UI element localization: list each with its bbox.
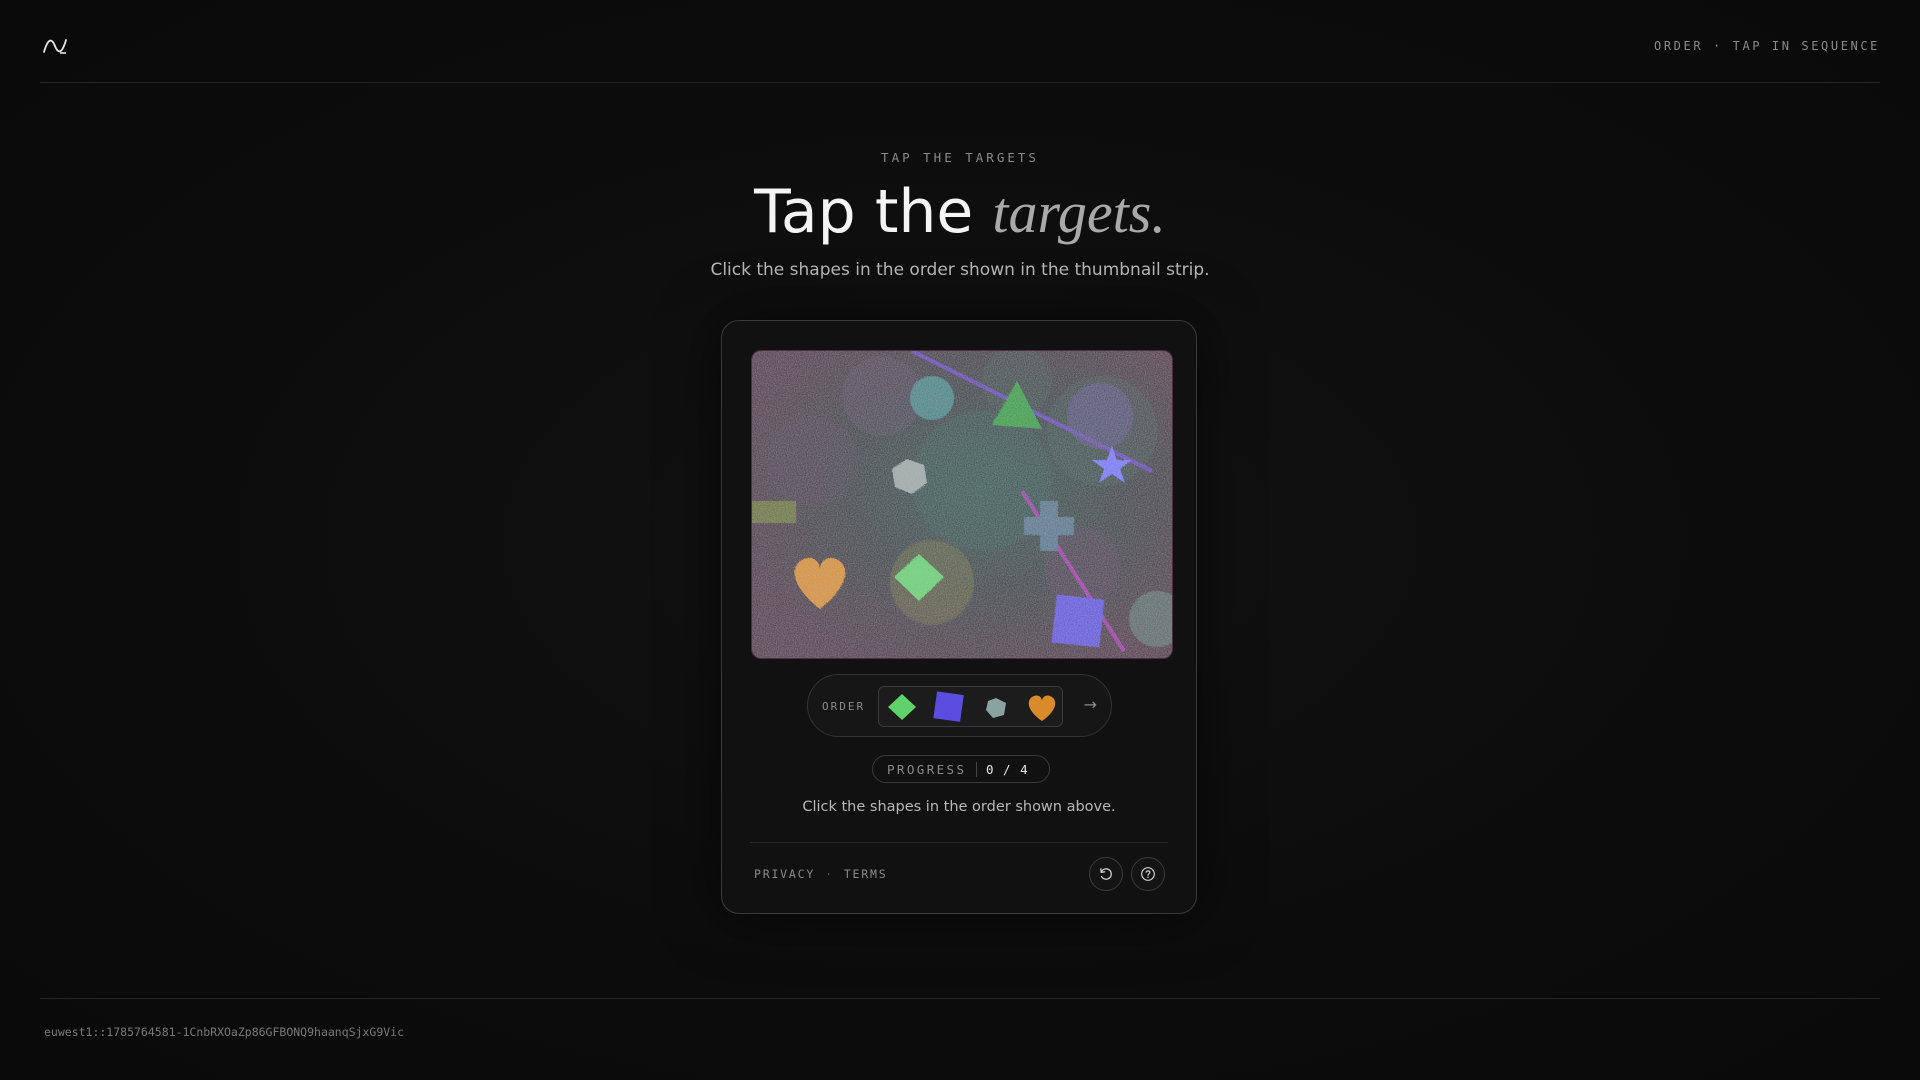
- help-icon: [1141, 867, 1155, 881]
- page-subtitle: Click the shapes in the order shown in t…: [710, 260, 1210, 280]
- help-button[interactable]: [1131, 857, 1165, 891]
- progress-label: PROGRESS: [887, 762, 967, 777]
- thumb-gray-hexagon: [986, 698, 1006, 718]
- thumb-orange-heart: [1028, 695, 1056, 721]
- progress-value: 0 / 4: [986, 762, 1029, 777]
- refresh-button[interactable]: [1089, 857, 1123, 891]
- legal-links: PRIVACY · TERMS: [754, 867, 887, 881]
- mode-label: ORDER · TAP IN SEQUENCE: [1654, 39, 1880, 53]
- title-main: Tap the: [754, 177, 993, 247]
- top-bar: ORDER · TAP IN SEQUENCE: [40, 0, 1880, 83]
- card-divider: [750, 842, 1168, 843]
- arrow-right-icon: →: [1083, 695, 1097, 714]
- footer-divider: [40, 998, 1880, 999]
- wave-logo-icon[interactable]: [42, 36, 68, 56]
- privacy-link[interactable]: PRIVACY: [754, 867, 815, 881]
- progress-indicator: PROGRESS 0 / 4: [872, 755, 1050, 783]
- order-label: ORDER: [822, 700, 866, 713]
- title-accent: targets.: [992, 180, 1166, 245]
- thumb-blue-square: [933, 691, 964, 722]
- eyebrow: TAP THE TARGETS: [881, 150, 1039, 165]
- hero: TAP THE TARGETS Tap the targets. Click t…: [0, 150, 1920, 280]
- challenge-canvas[interactable]: [751, 350, 1173, 659]
- instruction-text: Click the shapes in the order shown abov…: [802, 799, 1116, 815]
- shape-field[interactable]: [752, 351, 1172, 658]
- refresh-icon: [1100, 868, 1112, 880]
- session-id: euwest1::1785764581-1CnbRXOaZp86GFBONQ9h…: [44, 1025, 405, 1039]
- order-strip: ORDER →: [807, 674, 1112, 737]
- thumbnail-strip: [878, 686, 1063, 727]
- challenge-card: ORDER → PROGRESS 0 / 4 Click the shapes …: [721, 320, 1197, 914]
- progress-divider: [976, 762, 977, 777]
- legal-separator: ·: [825, 867, 834, 881]
- terms-link[interactable]: TERMS: [844, 867, 888, 881]
- page-title: Tap the targets.: [0, 179, 1920, 246]
- thumb-green-diamond: [888, 694, 916, 720]
